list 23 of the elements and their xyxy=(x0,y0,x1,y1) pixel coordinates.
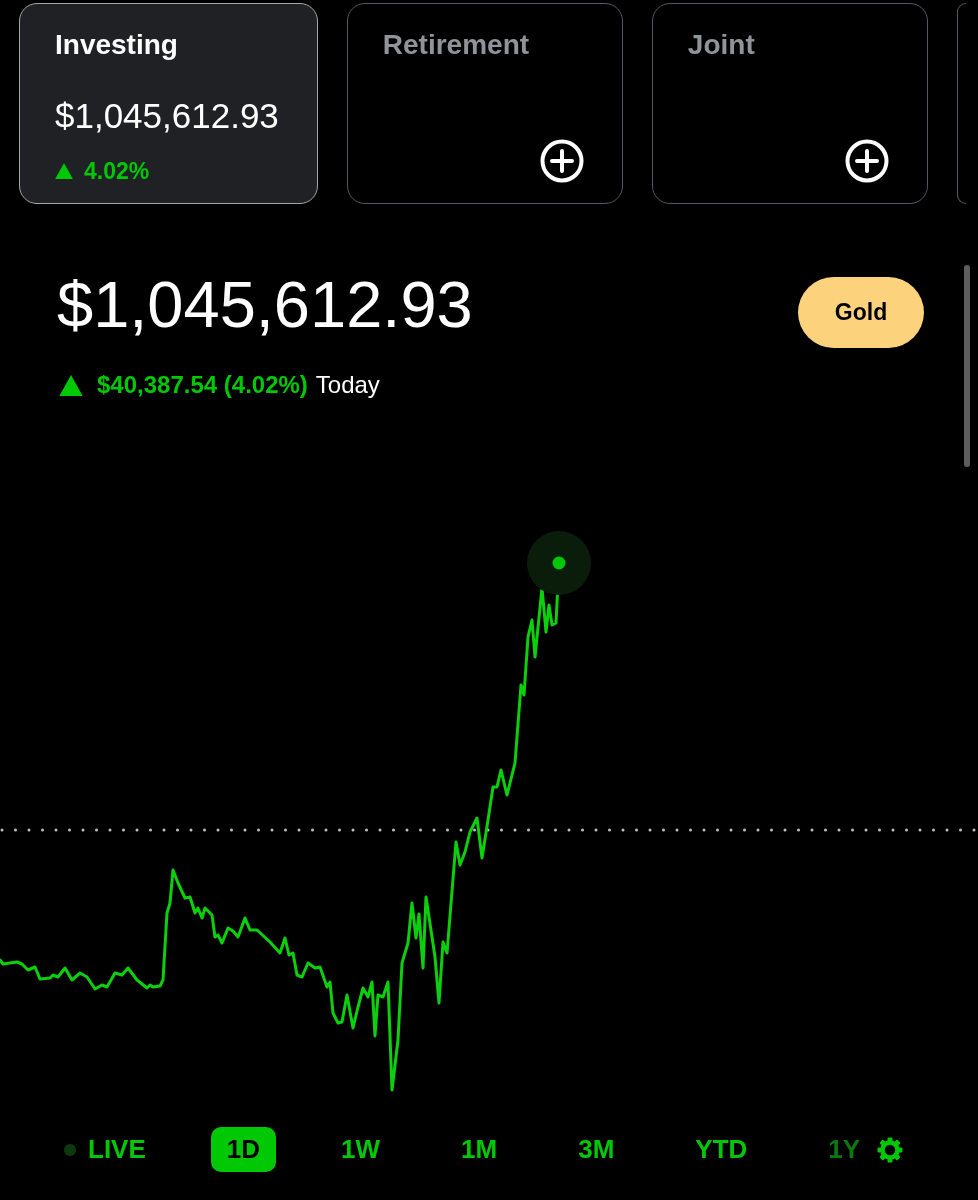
account-card[interactable]: Retirement xyxy=(346,3,623,204)
range-tab[interactable]: 3M xyxy=(562,1127,631,1172)
add-icon[interactable] xyxy=(539,139,584,183)
account-card[interactable]: Investing $1,045,612.93 4.02% xyxy=(19,3,318,204)
range-tab[interactable]: 1W xyxy=(325,1127,397,1172)
change-period: Today xyxy=(315,371,380,399)
range-tab[interactable]: 1D xyxy=(210,1127,277,1172)
settings-icon[interactable] xyxy=(877,1136,904,1163)
account-title: Investing xyxy=(55,29,178,61)
range-tab[interactable]: 1M xyxy=(445,1127,514,1172)
account-title: Retirement xyxy=(382,29,530,61)
add-icon[interactable] xyxy=(844,139,889,183)
portfolio-value: $1,045,612.93 xyxy=(57,267,473,343)
live-button[interactable]: LIVE xyxy=(54,1127,162,1172)
range-tab[interactable]: 1Y xyxy=(812,1127,877,1172)
account-change: 4.02% xyxy=(84,158,150,184)
upgrade-button[interactable]: Gold xyxy=(798,277,924,348)
range-tab[interactable]: YTD xyxy=(679,1127,764,1172)
account-title: Joint xyxy=(687,29,755,61)
account-balance: $1,045,612.93 xyxy=(55,96,279,136)
portfolio-change: $40,387.54 (4.02%) xyxy=(97,371,308,399)
end-point-marker xyxy=(527,531,591,595)
account-card[interactable]: Joint xyxy=(651,3,928,204)
